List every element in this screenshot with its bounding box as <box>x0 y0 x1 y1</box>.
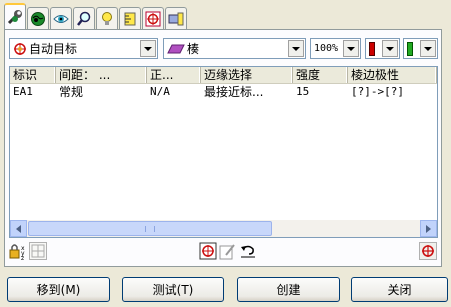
column-header[interactable]: 强度 <box>293 67 348 83</box>
color-select-green[interactable] <box>403 38 438 59</box>
svg-text:z: z <box>21 255 24 260</box>
table-cell: 常规 <box>59 85 84 99</box>
table-cell: [?]->[?] <box>351 85 404 98</box>
chevron-down-icon[interactable] <box>420 40 436 57</box>
horizontal-scrollbar[interactable] <box>10 220 437 237</box>
eye-icon <box>53 14 69 23</box>
add-target-button[interactable] <box>199 242 217 260</box>
tab-wrench[interactable] <box>4 3 26 29</box>
create-button[interactable]: 创建 <box>237 277 340 302</box>
chevron-down-icon[interactable] <box>343 40 359 57</box>
column-header[interactable]: 棱边极性 <box>348 67 437 83</box>
red-swatch-icon <box>369 41 375 56</box>
lightbulb-icon <box>102 11 112 25</box>
undo-button[interactable] <box>239 242 257 260</box>
chevron-down-icon[interactable] <box>382 40 398 57</box>
edit-icon <box>219 244 235 260</box>
table-cell: 15 <box>296 85 310 98</box>
grid-highlight-icon <box>168 12 184 25</box>
move-button[interactable]: 移到(M) <box>7 277 110 302</box>
target-icon <box>145 11 161 26</box>
table-cell: N/A <box>150 85 170 98</box>
edge-select[interactable]: 楱 <box>163 38 306 59</box>
lock-icon: xyz <box>9 244 25 260</box>
target-icon <box>14 42 26 55</box>
close-button[interactable]: 关闭 <box>351 277 448 302</box>
add-target-icon <box>199 242 217 260</box>
scroll-left-button[interactable] <box>10 220 27 237</box>
globe-icon <box>31 11 45 26</box>
grid-view-button[interactable] <box>29 242 47 260</box>
target-select[interactable]: 自动目标 <box>9 38 158 59</box>
ruler-icon <box>124 12 136 25</box>
magnifier-icon <box>77 11 91 26</box>
zoom-select[interactable]: 100% <box>310 38 361 59</box>
main-panel: 自动目标 楱 100% 标识 间距： ... 正... 迈缘选择 强度 棱边极性… <box>4 29 442 267</box>
chevron-down-icon[interactable] <box>288 40 304 57</box>
tab-ruler[interactable] <box>119 7 141 29</box>
target-select-value: 自动目标 <box>29 42 78 56</box>
edit-button[interactable] <box>219 242 237 260</box>
green-swatch-icon <box>407 41 413 56</box>
table-row[interactable]: EA1 常规 N/A 最接近标... 15 [?]->[?] <box>10 84 437 100</box>
color-select-red[interactable] <box>365 38 400 59</box>
wrench-icon <box>7 10 22 25</box>
tab-globe[interactable] <box>27 7 49 29</box>
column-header[interactable]: 间距： ... <box>56 67 147 83</box>
purple-shape-icon <box>167 44 185 53</box>
table-cell: EA1 <box>13 85 33 98</box>
test-button[interactable]: 测试(T) <box>122 277 224 302</box>
edge-tool-table: 标识 间距： ... 正... 迈缘选择 强度 棱边极性 EA1 常规 N/A … <box>9 66 438 238</box>
undo-icon <box>241 245 255 258</box>
grid-icon <box>31 244 45 258</box>
edge-select-value: 楱 <box>187 42 200 56</box>
target-icon <box>422 245 434 257</box>
column-header[interactable]: 正... <box>147 67 201 83</box>
tab-eye[interactable] <box>50 7 72 29</box>
chevron-down-icon[interactable] <box>140 40 156 57</box>
tab-grid-highlight[interactable] <box>165 7 187 29</box>
table-header: 标识 间距： ... 正... 迈缘选择 强度 棱边极性 <box>10 67 437 84</box>
lock-xyz-button[interactable]: xyz <box>9 242 27 260</box>
tab-target[interactable] <box>142 7 164 29</box>
table-cell: 最接近标... <box>204 85 264 99</box>
target-action-button[interactable] <box>419 242 437 260</box>
column-header[interactable]: 迈缘选择 <box>201 67 293 83</box>
tab-lightbulb[interactable] <box>96 7 118 29</box>
scroll-right-button[interactable] <box>420 220 437 237</box>
column-header[interactable]: 标识 <box>10 67 56 83</box>
tab-magnifier[interactable] <box>73 7 95 29</box>
scroll-track[interactable] <box>27 220 420 237</box>
scroll-thumb[interactable] <box>28 221 272 236</box>
zoom-select-value: 100% <box>314 43 339 54</box>
tool-tabstrip <box>4 3 188 29</box>
